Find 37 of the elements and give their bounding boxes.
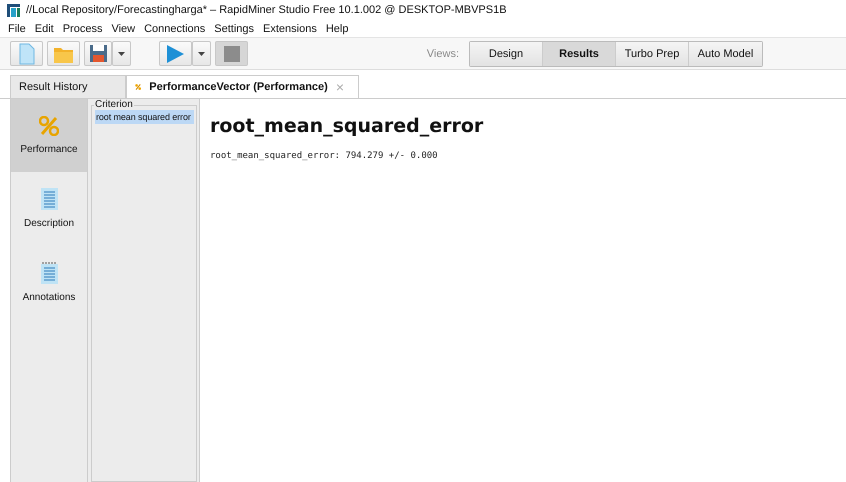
menu-item[interactable]: File bbox=[8, 22, 26, 34]
caret-icon bbox=[118, 52, 125, 56]
criterion-item[interactable]: root mean squared error bbox=[95, 110, 194, 124]
window-title: //Local Repository/Forecastingharga* – RapidMiner Studio Free 10.1.002 @ DESKTOP-MBVPS1B bbox=[26, 4, 507, 16]
percent-icon bbox=[39, 116, 59, 136]
criterion-value: root_mean_squared_error: 794.279 +/- 0.000 bbox=[210, 151, 439, 161]
new-button[interactable] bbox=[10, 41, 43, 66]
stop-icon bbox=[224, 46, 240, 62]
menu-item[interactable]: Process bbox=[62, 22, 102, 34]
result-tab[interactable]: Result History bbox=[10, 75, 126, 98]
menu-item[interactable]: View bbox=[111, 22, 136, 34]
sidebar-item[interactable]: Description bbox=[11, 172, 87, 245]
views-label: Views: bbox=[426, 48, 459, 60]
caret-icon bbox=[198, 52, 205, 56]
menu-item[interactable]: Help bbox=[326, 22, 348, 34]
view-tab[interactable]: Auto Model bbox=[689, 42, 762, 66]
view-tab[interactable]: Design bbox=[470, 42, 543, 66]
sidebar-item[interactable]: Performance bbox=[11, 99, 87, 172]
menu-item[interactable]: Connections bbox=[144, 22, 206, 34]
menu-item[interactable]: Edit bbox=[34, 22, 54, 34]
view-tab[interactable]: Turbo Prep bbox=[616, 42, 689, 66]
criterion-heading: root_mean_squared_error bbox=[210, 115, 484, 137]
group-label: Criterion bbox=[94, 99, 134, 110]
document-icon bbox=[18, 42, 34, 64]
sidebar-item[interactable]: Annotations bbox=[11, 245, 87, 318]
document-icon bbox=[40, 188, 58, 210]
menu-item[interactable]: Settings bbox=[214, 22, 254, 34]
result-tab[interactable]: PerformanceVector (Performance) × bbox=[126, 75, 359, 98]
menu-item[interactable]: Extensions bbox=[263, 22, 317, 34]
app-logo-icon bbox=[7, 4, 20, 16]
percent-icon bbox=[135, 81, 142, 93]
run-menu-button[interactable] bbox=[192, 41, 211, 66]
save-button[interactable] bbox=[84, 41, 112, 66]
save-menu-button[interactable] bbox=[112, 41, 131, 66]
view-tab[interactable]: Results bbox=[543, 42, 616, 66]
notepad-icon bbox=[40, 260, 58, 284]
play-icon bbox=[167, 44, 184, 62]
